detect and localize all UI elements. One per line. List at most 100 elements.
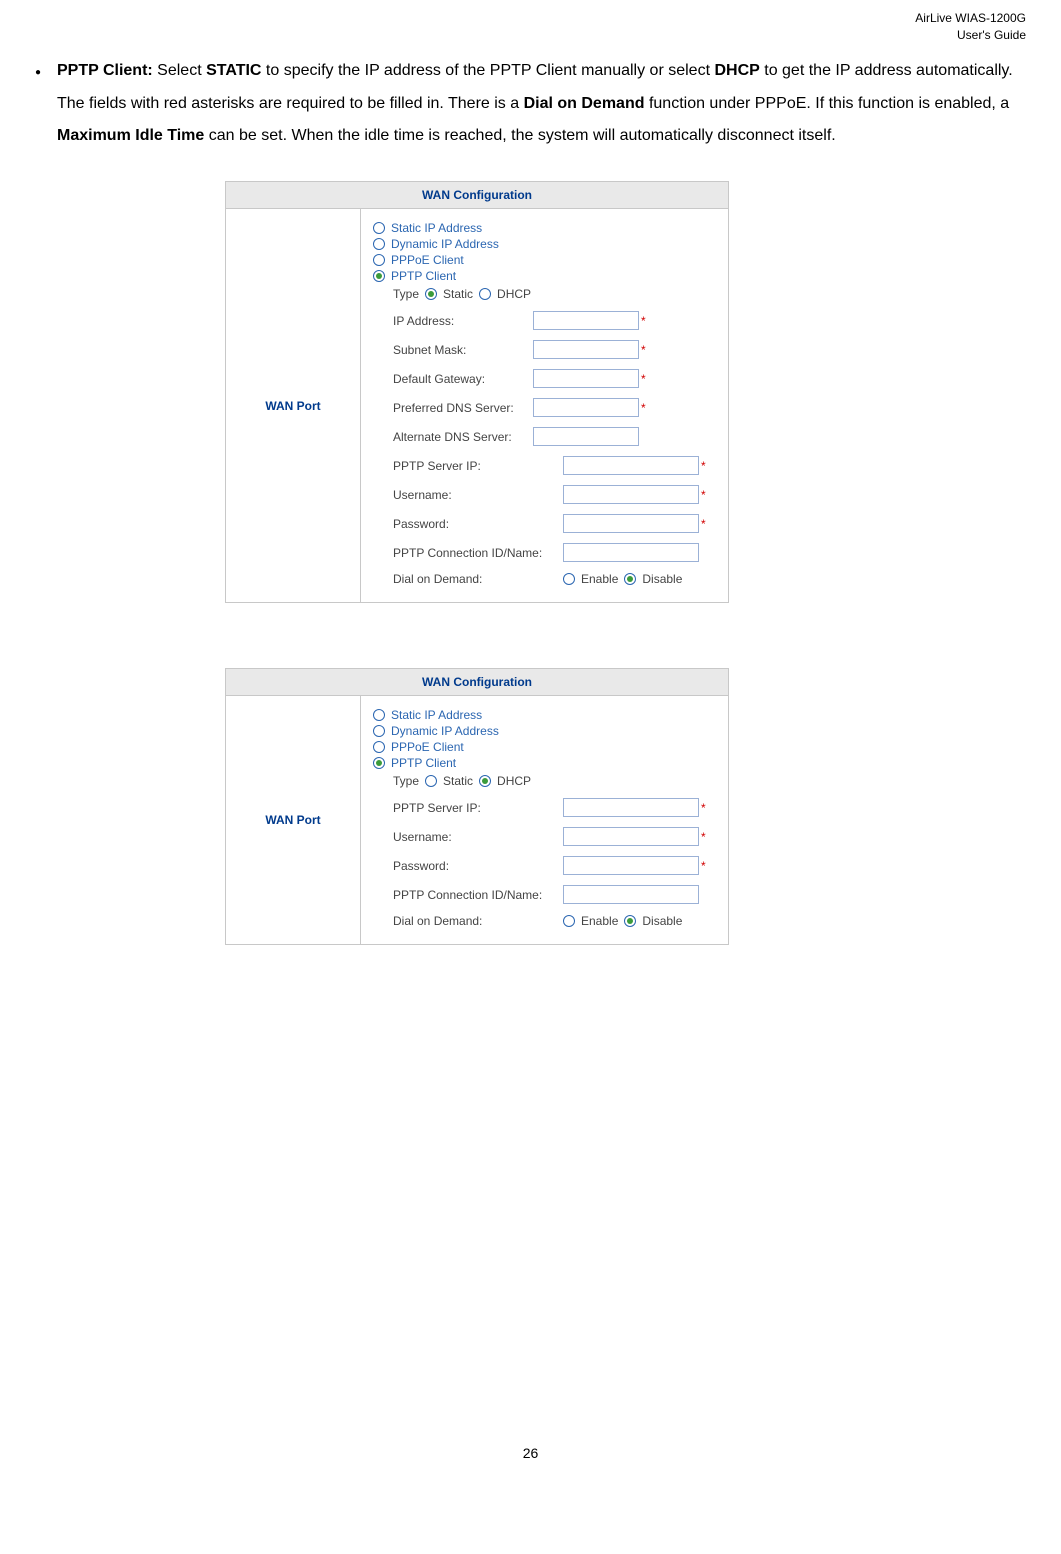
type-dhcp-label: DHCP <box>497 774 531 788</box>
radio-icon <box>373 709 385 721</box>
radio-icon <box>373 741 385 753</box>
dial-label: Dial on Demand: <box>393 914 563 928</box>
field-pptp-server: PPTP Server IP: * <box>373 456 716 475</box>
opt-pppoe[interactable]: PPPoE Client <box>373 253 716 267</box>
text-seg-1: Select <box>153 62 206 79</box>
field-username: Username: * <box>373 485 716 504</box>
field-password: Password: * <box>373 856 716 875</box>
pptp-server-input[interactable] <box>563 456 699 475</box>
required-asterisk: * <box>641 401 646 415</box>
field-adns: Alternate DNS Server: <box>373 427 716 446</box>
conn-id-label: PPTP Connection ID/Name: <box>393 888 563 902</box>
password-label: Password: <box>393 859 563 873</box>
type-dhcp-label: DHCP <box>497 287 531 301</box>
type-label: Type <box>393 774 419 788</box>
dod-enable-radio[interactable] <box>563 915 575 927</box>
adns-input[interactable] <box>533 427 639 446</box>
dod-disable-radio[interactable] <box>624 573 636 585</box>
dod-disable-radio[interactable] <box>624 915 636 927</box>
subnet-input[interactable] <box>533 340 639 359</box>
type-static-radio[interactable] <box>425 288 437 300</box>
opt-static-ip[interactable]: Static IP Address <box>373 221 716 235</box>
required-asterisk: * <box>701 859 706 873</box>
type-static-radio[interactable] <box>425 775 437 787</box>
gateway-input[interactable] <box>533 369 639 388</box>
required-asterisk: * <box>701 517 706 531</box>
adns-label: Alternate DNS Server: <box>393 430 533 444</box>
type-static-label: Static <box>443 774 473 788</box>
header-doc-title: User's Guide <box>35 27 1026 44</box>
pptp-server-input[interactable] <box>563 798 699 817</box>
opt-dynamic-ip[interactable]: Dynamic IP Address <box>373 724 716 738</box>
field-subnet: Subnet Mask: * <box>373 340 716 359</box>
bullet-text: PPTP Client: Select STATIC to specify th… <box>57 55 1026 153</box>
bullet-paragraph: ● PPTP Client: Select STATIC to specify … <box>35 55 1026 153</box>
opt-pppoe-label: PPPoE Client <box>391 253 464 267</box>
opt-pptp[interactable]: PPTP Client <box>373 756 716 770</box>
field-password: Password:* <box>373 514 716 533</box>
ip-input[interactable] <box>533 311 639 330</box>
opt-static-ip-label: Static IP Address <box>391 708 482 722</box>
username-label: Username: <box>393 488 563 502</box>
pdns-input[interactable] <box>533 398 639 417</box>
conn-id-input[interactable] <box>563 885 699 904</box>
ip-label: IP Address: <box>393 314 533 328</box>
radio-selected-icon <box>373 270 385 282</box>
dod-enable-radio[interactable] <box>563 573 575 585</box>
type-dhcp-radio[interactable] <box>479 775 491 787</box>
radio-icon <box>373 222 385 234</box>
text-seg-4: function under PPPoE. If this function i… <box>645 95 1010 112</box>
radio-icon <box>373 254 385 266</box>
required-asterisk: * <box>641 372 646 386</box>
opt-dynamic-ip-label: Dynamic IP Address <box>391 724 499 738</box>
conn-id-label: PPTP Connection ID/Name: <box>393 546 563 560</box>
dial-label: Dial on Demand: <box>393 572 563 586</box>
field-conn-id: PPTP Connection ID/Name: <box>373 543 716 562</box>
required-asterisk: * <box>701 801 706 815</box>
wan-config-panel-dhcp: WAN Configuration WAN Port Static IP Add… <box>225 668 729 945</box>
wan-config-panel-static: WAN Configuration WAN Port Static IP Add… <box>225 181 729 603</box>
required-asterisk: * <box>701 488 706 502</box>
required-asterisk: * <box>641 343 646 357</box>
pptp-server-label: PPTP Server IP: <box>393 459 563 473</box>
opt-static-ip-label: Static IP Address <box>391 221 482 235</box>
panel-left-label: WAN Port <box>226 696 361 944</box>
dod-disable-label: Disable <box>642 572 682 586</box>
subnet-label: Subnet Mask: <box>393 343 533 357</box>
type-dhcp-radio[interactable] <box>479 288 491 300</box>
radio-selected-icon <box>373 757 385 769</box>
bullet-marker: ● <box>35 55 57 84</box>
opt-static-ip[interactable]: Static IP Address <box>373 708 716 722</box>
conn-id-input[interactable] <box>563 543 699 562</box>
field-ip: IP Address: * <box>373 311 716 330</box>
dhcp-word: DHCP <box>714 62 759 79</box>
field-gateway: Default Gateway:* <box>373 369 716 388</box>
type-row: Type Static DHCP <box>373 287 716 301</box>
opt-pptp[interactable]: PPTP Client <box>373 269 716 283</box>
required-asterisk: * <box>701 459 706 473</box>
opt-pppoe-label: PPPoE Client <box>391 740 464 754</box>
panel-title: WAN Configuration <box>226 182 728 209</box>
field-pdns: Preferred DNS Server:* <box>373 398 716 417</box>
opt-pptp-label: PPTP Client <box>391 756 456 770</box>
page-number: 26 <box>35 1445 1026 1461</box>
max-idle-word: Maximum Idle Time <box>57 127 204 144</box>
field-dial-on-demand: Dial on Demand: Enable Disable <box>373 572 716 586</box>
username-input[interactable] <box>563 485 699 504</box>
type-row: Type Static DHCP <box>373 774 716 788</box>
opt-dynamic-ip[interactable]: Dynamic IP Address <box>373 237 716 251</box>
type-static-label: Static <box>443 287 473 301</box>
opt-pptp-label: PPTP Client <box>391 269 456 283</box>
opt-dynamic-ip-label: Dynamic IP Address <box>391 237 499 251</box>
text-seg-5: can be set. When the idle time is reache… <box>204 127 835 144</box>
pptp-client-label: PPTP Client: <box>57 62 153 79</box>
opt-pppoe[interactable]: PPPoE Client <box>373 740 716 754</box>
required-asterisk: * <box>641 314 646 328</box>
password-input[interactable] <box>563 856 699 875</box>
password-input[interactable] <box>563 514 699 533</box>
field-dial-on-demand: Dial on Demand: Enable Disable <box>373 914 716 928</box>
username-input[interactable] <box>563 827 699 846</box>
dial-on-demand-word: Dial on Demand <box>524 95 645 112</box>
panel-left-label: WAN Port <box>226 209 361 602</box>
radio-icon <box>373 725 385 737</box>
